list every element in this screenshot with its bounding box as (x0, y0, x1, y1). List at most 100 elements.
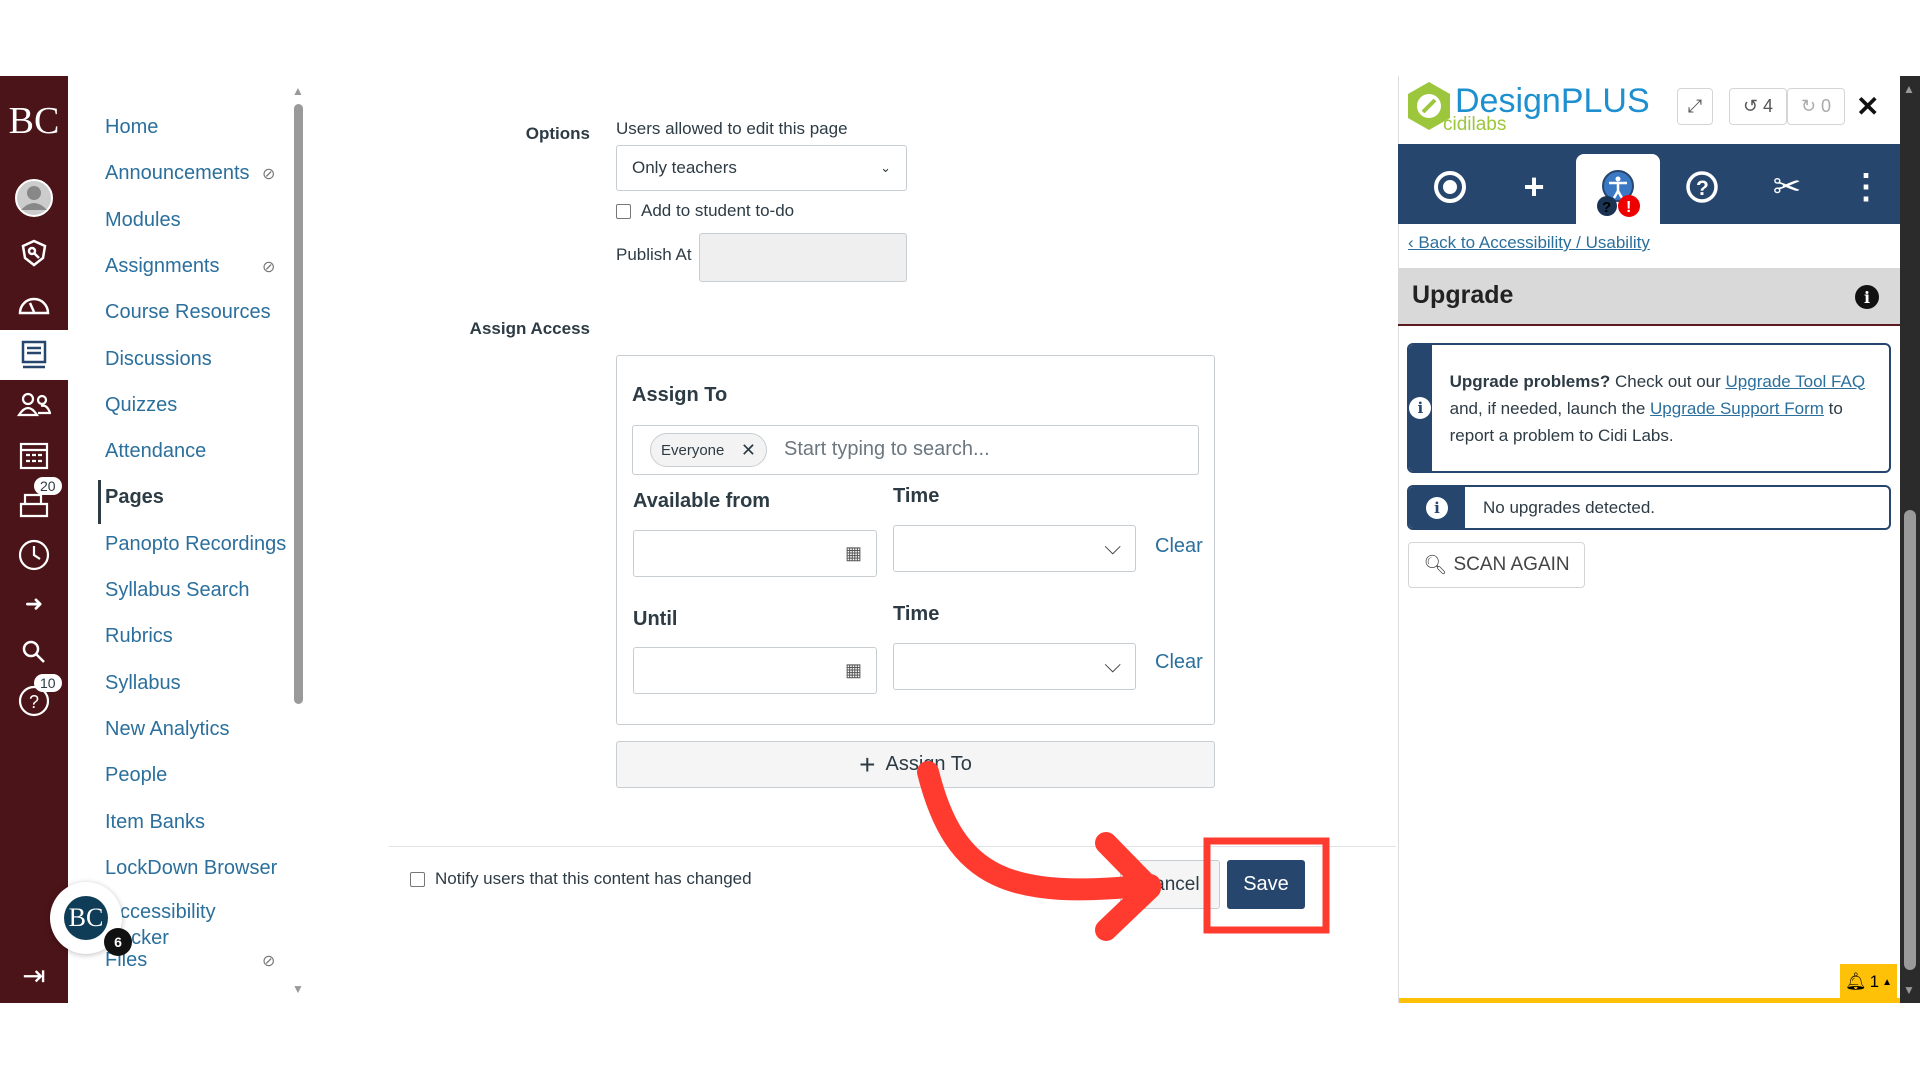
course-nav-label: ccessibility (120, 901, 216, 924)
until-time-label: Time (893, 603, 940, 625)
course-nav-item[interactable]: Announcements (105, 162, 250, 185)
course-nav-item[interactable]: Pages (105, 486, 164, 509)
avatar-badge: 6 (104, 928, 132, 956)
inbox-icon[interactable]: 20 (0, 477, 68, 527)
annotation-arrow (917, 761, 1161, 901)
course-nav-item[interactable]: LockDown Browser (105, 857, 277, 880)
courses-icon[interactable] (0, 330, 68, 380)
course-nav-item[interactable]: Item Banks (105, 811, 205, 834)
everyone-chip[interactable]: Everyone ✕ (650, 433, 767, 467)
undo-button[interactable]: ↺ 4 (1729, 88, 1787, 125)
chevron-down-icon: ⌄ (880, 160, 891, 175)
scroll-down-icon[interactable]: ▼ (1903, 983, 1915, 997)
options-label: Options (525, 124, 590, 143)
course-nav-label: Syllabus (105, 671, 181, 694)
back-link[interactable]: ‹ Back to Accessibility / Usability (1408, 233, 1650, 253)
course-nav-item[interactable]: Course Resources (105, 301, 271, 324)
clear-available-from-button[interactable]: Clear (1155, 535, 1203, 558)
accessibility-tab[interactable]: ?! (1576, 154, 1660, 226)
chevron-down-icon: ⌵ (1104, 652, 1121, 677)
student-todo-checkbox[interactable] (616, 204, 631, 219)
dashboard-icon[interactable] (0, 281, 68, 327)
caret-up-icon: ▲ (1882, 976, 1892, 988)
search-tool-icon[interactable] (0, 629, 68, 675)
calendar-icon[interactable]: ▦ (845, 660, 862, 681)
course-nav-item[interactable]: People (105, 764, 167, 787)
calendar-icon[interactable] (0, 432, 68, 478)
course-nav-label: Pages (105, 486, 164, 509)
edit-permission-select[interactable]: Only teachers ⌄ (616, 145, 907, 191)
inbox-badge: 20 (34, 477, 62, 495)
institution-logo[interactable]: BC (0, 98, 68, 144)
external-tool-icon[interactable]: ➜ (0, 581, 68, 627)
course-nav-item[interactable]: Syllabus Search (105, 579, 250, 602)
remove-chip-icon[interactable]: ✕ (741, 440, 756, 461)
undo-count: 4 (1763, 96, 1774, 116)
account-avatar-icon[interactable] (0, 175, 68, 221)
help-circle-icon[interactable]: ? (1667, 152, 1737, 222)
redo-button[interactable]: ↻ 0 (1787, 88, 1845, 125)
current-page-indicator (98, 480, 101, 524)
expand-button[interactable]: ⤢ (1677, 88, 1713, 125)
admin-shield-icon[interactable] (0, 230, 68, 276)
available-from-label: Available from (633, 490, 771, 512)
redo-count: 0 (1821, 96, 1832, 116)
course-nav-item[interactable]: Syllabus (105, 672, 181, 695)
tools-icon[interactable]: ✂ (1752, 152, 1822, 222)
info-icon[interactable]: i (1855, 285, 1879, 309)
help-icon[interactable]: ? 10 (0, 674, 68, 724)
publish-at-label: Publish At (616, 245, 692, 264)
course-nav-label: Syllabus Search (105, 579, 250, 601)
upgrade-faq-link[interactable]: Upgrade Tool FAQ (1726, 372, 1866, 391)
hidden-eye-icon: ⊘ (262, 258, 276, 276)
course-nav-item[interactable]: ccessibility ecker (120, 899, 216, 951)
collapse-nav-icon[interactable]: ⇥ (0, 952, 68, 998)
upgrade-title: Upgrade (1412, 281, 1514, 309)
info-icon: i (1409, 397, 1432, 419)
assign-search-placeholder: Start typing to search... (784, 438, 990, 460)
scroll-up-icon[interactable]: ▲ (292, 84, 304, 98)
more-menu-icon[interactable]: ⋮ (1831, 152, 1901, 222)
scroll-up-icon[interactable]: ▲ (1903, 82, 1915, 96)
until-date-input[interactable]: ▦ (633, 647, 877, 694)
course-nav-item[interactable]: Home (105, 116, 158, 139)
course-nav-label: Announcements (105, 162, 250, 185)
add-assign-to-button[interactable]: + Assign To (616, 741, 1215, 788)
scan-again-button[interactable]: 🔍︎ SCAN AGAIN (1408, 542, 1585, 588)
clear-until-button[interactable]: Clear (1155, 651, 1203, 674)
course-nav-label: Rubrics (105, 625, 173, 648)
close-icon[interactable]: ✕ (1856, 90, 1879, 123)
history-clock-icon[interactable] (0, 532, 68, 578)
course-nav-item[interactable]: Modules (105, 209, 181, 232)
course-nav-item[interactable]: New Analytics (105, 718, 230, 741)
chip-label: Everyone (661, 441, 725, 459)
target-icon[interactable] (1415, 152, 1485, 222)
add-assign-to-label: Assign To (885, 753, 972, 775)
avatar-initials: BC (64, 896, 108, 940)
notify-users-label: Notify users that this content has chang… (435, 869, 752, 888)
add-icon[interactable]: + (1499, 152, 1569, 222)
course-nav-item[interactable]: Assignments (105, 255, 220, 278)
publish-at-input[interactable] (699, 233, 907, 282)
until-label: Until (633, 608, 678, 630)
available-time-label: Time (893, 485, 940, 507)
available-from-time-select[interactable]: ⌵ (893, 525, 1136, 572)
course-nav-item[interactable]: Rubrics (105, 625, 173, 648)
save-button[interactable]: Save (1227, 860, 1305, 909)
cancel-button[interactable]: Cancel (1120, 860, 1220, 909)
course-nav-item[interactable]: Discussions (105, 348, 212, 371)
until-time-select[interactable]: ⌵ (893, 643, 1136, 690)
course-nav-scrollbar[interactable] (294, 104, 303, 704)
notifications-toggle[interactable]: 🔔︎ 1 ▲ (1840, 964, 1897, 1000)
available-from-date-input[interactable]: ▦ (633, 530, 877, 577)
calendar-icon[interactable]: ▦ (845, 543, 862, 564)
course-nav-label: Modules (105, 208, 181, 231)
course-nav-item[interactable]: Quizzes (105, 394, 177, 417)
course-nav-item[interactable]: Panopto Recordings (105, 533, 286, 556)
scroll-down-icon[interactable]: ▼ (292, 982, 304, 996)
notify-users-checkbox[interactable] (410, 872, 425, 887)
course-nav-item[interactable]: Attendance (105, 440, 206, 463)
groups-icon[interactable] (0, 381, 68, 427)
upgrade-support-form-link[interactable]: Upgrade Support Form (1650, 399, 1824, 418)
panel-scrollbar-thumb[interactable] (1904, 510, 1916, 970)
